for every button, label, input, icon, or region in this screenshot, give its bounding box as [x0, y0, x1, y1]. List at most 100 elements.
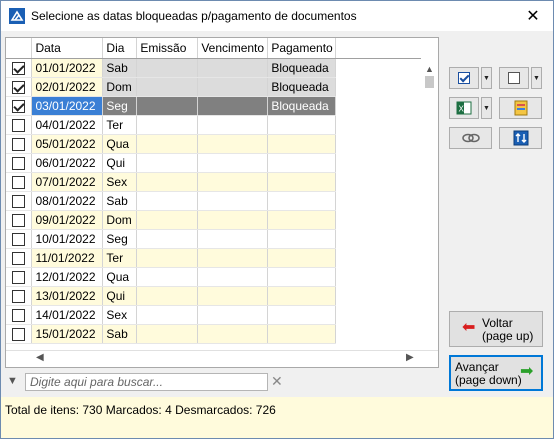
emissao-cell[interactable] [136, 58, 199, 78]
date-cell[interactable]: 05/01/2022 [31, 134, 104, 154]
row-checkbox-cell[interactable] [6, 153, 33, 173]
row-checkbox-cell[interactable] [6, 267, 33, 287]
row-checkbox[interactable] [12, 270, 26, 284]
link-button[interactable] [449, 127, 492, 149]
vencimento-cell[interactable] [197, 191, 269, 211]
row-checkbox[interactable] [12, 327, 26, 341]
date-cell[interactable]: 09/01/2022 [31, 210, 104, 230]
pagamento-cell[interactable]: Bloqueada [267, 58, 337, 78]
vencimento-cell[interactable] [197, 172, 269, 192]
row-checkbox[interactable] [12, 61, 26, 75]
table-row[interactable]: 03/01/2022 Seg Bloqueada [6, 96, 438, 116]
vencimento-cell[interactable] [197, 96, 269, 116]
pagamento-cell[interactable] [267, 229, 337, 249]
horizontal-scrollbar[interactable]: ◀ ▶ [6, 350, 438, 367]
vencimento-cell[interactable] [197, 153, 269, 173]
table-row[interactable]: 09/01/2022 Dom [6, 210, 438, 230]
table-row[interactable]: 01/01/2022 Sab Bloqueada [6, 58, 438, 78]
emissao-cell[interactable] [136, 77, 199, 97]
day-cell[interactable]: Sab [102, 324, 138, 344]
pagamento-cell[interactable] [267, 191, 337, 211]
column-header-dia[interactable]: Dia [102, 38, 138, 59]
date-cell[interactable]: 08/01/2022 [31, 191, 104, 211]
emissao-cell[interactable] [136, 229, 199, 249]
close-button[interactable]: ✕ [513, 1, 553, 31]
scrollbar-thumb[interactable] [425, 76, 434, 88]
emissao-cell[interactable] [136, 153, 199, 173]
row-checkbox[interactable] [12, 80, 26, 94]
excel-export-dropdown[interactable]: ▼ [481, 97, 492, 119]
row-checkbox[interactable] [12, 137, 26, 151]
row-checkbox[interactable] [12, 213, 26, 227]
row-checkbox-cell[interactable] [6, 305, 33, 325]
pagamento-cell[interactable]: Bloqueada [267, 96, 337, 116]
day-cell[interactable]: Sex [102, 305, 138, 325]
row-checkbox[interactable] [12, 175, 26, 189]
pagamento-cell[interactable] [267, 324, 337, 344]
column-header-emissao[interactable]: Emissão [136, 38, 199, 59]
emissao-cell[interactable] [136, 267, 199, 287]
table-row[interactable]: 12/01/2022 Qua [6, 267, 438, 287]
row-checkbox[interactable] [12, 194, 26, 208]
vencimento-cell[interactable] [197, 58, 269, 78]
day-cell[interactable]: Sab [102, 58, 138, 78]
date-cell[interactable]: 07/01/2022 [31, 172, 104, 192]
vencimento-cell[interactable] [197, 115, 269, 135]
table-row[interactable]: 14/01/2022 Sex [6, 305, 438, 325]
emissao-cell[interactable] [136, 305, 199, 325]
row-checkbox[interactable] [12, 156, 26, 170]
check-all-dropdown[interactable]: ▼ [481, 67, 492, 89]
emissao-cell[interactable] [136, 324, 199, 344]
emissao-cell[interactable] [136, 286, 199, 306]
column-header-data[interactable]: Data [31, 38, 104, 59]
row-checkbox-cell[interactable] [6, 229, 33, 249]
date-cell[interactable]: 06/01/2022 [31, 153, 104, 173]
date-cell[interactable]: 12/01/2022 [31, 267, 104, 287]
emissao-cell[interactable] [136, 210, 199, 230]
emissao-cell[interactable] [136, 248, 199, 268]
vencimento-cell[interactable] [197, 305, 269, 325]
day-cell[interactable]: Qua [102, 134, 138, 154]
table-row[interactable]: 05/01/2022 Qua [6, 134, 438, 154]
day-cell[interactable]: Dom [102, 210, 138, 230]
day-cell[interactable]: Qui [102, 286, 138, 306]
pagamento-cell[interactable] [267, 267, 337, 287]
date-cell[interactable]: 03/01/2022 [31, 96, 104, 116]
vencimento-cell[interactable] [197, 324, 269, 344]
pagamento-cell[interactable] [267, 248, 337, 268]
date-cell[interactable]: 04/01/2022 [31, 115, 104, 135]
search-input[interactable] [25, 373, 268, 391]
row-checkbox-cell[interactable] [6, 172, 33, 192]
day-cell[interactable]: Qui [102, 153, 138, 173]
pagamento-cell[interactable] [267, 134, 337, 154]
emissao-cell[interactable] [136, 134, 199, 154]
vertical-scrollbar[interactable]: ▲ [421, 38, 438, 350]
vencimento-cell[interactable] [197, 210, 269, 230]
column-header-pagamento[interactable]: Pagamento [267, 38, 337, 59]
column-header-check[interactable] [6, 38, 33, 59]
day-cell[interactable]: Sab [102, 191, 138, 211]
row-checkbox-cell[interactable] [6, 96, 33, 116]
emissao-cell[interactable] [136, 115, 199, 135]
scroll-right-icon[interactable]: ▶ [406, 352, 414, 363]
scroll-left-icon[interactable]: ◀ [36, 352, 44, 363]
day-cell[interactable]: Seg [102, 229, 138, 249]
check-all-button[interactable] [449, 67, 479, 89]
day-cell[interactable]: Dom [102, 77, 138, 97]
day-cell[interactable]: Qua [102, 267, 138, 287]
pagamento-cell[interactable] [267, 172, 337, 192]
pagamento-cell[interactable]: Bloqueada [267, 77, 337, 97]
emissao-cell[interactable] [136, 172, 199, 192]
date-cell[interactable]: 14/01/2022 [31, 305, 104, 325]
vencimento-cell[interactable] [197, 77, 269, 97]
pagamento-cell[interactable] [267, 305, 337, 325]
uncheck-all-dropdown[interactable]: ▼ [531, 67, 542, 89]
avancar-button[interactable]: Avançar (page down) ➡ [449, 355, 543, 391]
emissao-cell[interactable] [136, 191, 199, 211]
row-checkbox-cell[interactable] [6, 324, 33, 344]
row-checkbox[interactable] [12, 308, 26, 322]
row-checkbox[interactable] [12, 118, 26, 132]
row-checkbox-cell[interactable] [6, 58, 33, 78]
row-checkbox-cell[interactable] [6, 77, 33, 97]
sort-button[interactable] [499, 127, 542, 149]
